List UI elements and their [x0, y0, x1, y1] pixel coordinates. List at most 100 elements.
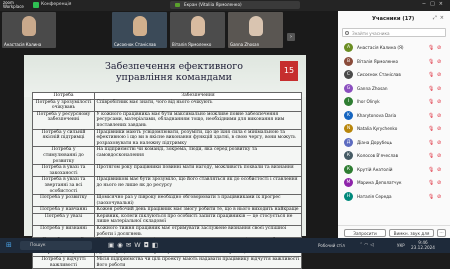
camera-off-icon[interactable]: ⊘ — [437, 153, 441, 159]
maximize-icon[interactable]: □ — [430, 1, 439, 7]
camera-off-icon[interactable]: ⊘ — [437, 45, 441, 51]
clock[interactable]: 9:46 23.12.2024 — [411, 240, 435, 250]
video-tile[interactable]: Анастасія Калина — [2, 12, 56, 48]
zoom-icon[interactable]: ◘ — [144, 241, 152, 249]
participant-row[interactable]: К Колосов В'ячеслав 🎙 ⊘ — [338, 149, 450, 163]
avatar: К — [344, 164, 353, 174]
taskbar-search[interactable]: Пошук — [20, 241, 92, 250]
avatar: М — [344, 178, 353, 187]
camera-off-icon[interactable]: ⊘ — [437, 180, 441, 186]
participant-row[interactable]: Н Наталія Середа 🎙 ⊘ — [338, 190, 450, 204]
pinned-apps: ▣◉✉W◘◧ — [108, 241, 161, 249]
language-indicator[interactable]: УКР — [397, 243, 405, 248]
next-page-arrow-icon[interactable]: › — [287, 33, 295, 41]
clock-date: 23.12.2024 — [411, 245, 435, 250]
mute-all-button[interactable]: Вимкн. звук для всіх — [389, 229, 434, 244]
participant-row[interactable]: G Ganna Zhosan 🎙 ⊘ — [338, 82, 450, 96]
muted-mic-icon[interactable]: 🎙 — [428, 59, 434, 65]
desktop-label[interactable]: Робочий стіл — [318, 243, 345, 248]
participant-row[interactable]: М Марина Деполатчук 🎙 ⊘ — [338, 176, 450, 190]
participant-row[interactable]: С Сисоєнок Станіслав 🎙 ⊘ — [338, 68, 450, 82]
provision-cell: Щомісячно раз у півроку необхідно обгово… — [94, 194, 302, 208]
participant-row[interactable]: N Natalia Kyrychenko 🎙 ⊘ — [338, 122, 450, 136]
muted-mic-icon[interactable]: 🎙 — [428, 72, 434, 78]
muted-mic-icon[interactable]: 🎙 — [428, 45, 434, 51]
camera-off-icon[interactable]: ⊘ — [437, 86, 441, 92]
participant-video — [248, 16, 263, 36]
windows-taskbar: ⊞ Пошук ▣◉✉W◘◧ Робочий стіл ˄◠◁ УКР 9:46… — [0, 238, 450, 253]
muted-mic-icon[interactable]: 🎙 — [428, 194, 434, 200]
browser-icon[interactable]: ◉ — [117, 241, 126, 249]
need-cell: Потреба у визнанні — [32, 225, 95, 239]
participant-row[interactable]: А Анастасія Калина (Я) 🎙 ⊘ — [338, 41, 450, 55]
explorer-icon[interactable]: ▣ — [108, 241, 117, 249]
minimize-icon[interactable]: − — [422, 1, 430, 7]
avatar: G — [344, 83, 353, 93]
close-panel-icon[interactable]: × — [440, 15, 447, 21]
camera-off-icon[interactable]: ⊘ — [437, 113, 441, 119]
need-cell: Потреба у розвитку — [32, 194, 95, 208]
word-icon[interactable]: W — [134, 241, 143, 249]
participant-video — [190, 16, 205, 36]
muted-mic-icon[interactable]: 🎙 — [428, 140, 434, 146]
participant-row[interactable]: В Віталія Ярмоленко 🎙 ⊘ — [338, 55, 450, 69]
camera-off-icon[interactable]: ⊘ — [437, 72, 441, 78]
participants-panel: Учасники (17) ⤢× Знайти учасника А Анаста… — [338, 11, 450, 244]
provision-cell: Керівник, колеги піклуються про особисті… — [94, 212, 302, 227]
shield-icon[interactable] — [33, 2, 39, 8]
mail-icon[interactable]: ✉ — [126, 241, 134, 249]
participant-row[interactable]: K Kharytonova Daria 🎙 ⊘ — [338, 109, 450, 123]
participant-row[interactable]: I Ihor Olinyk 🎙 ⊘ — [338, 95, 450, 109]
participant-name: Наталія Середа — [357, 193, 392, 199]
camera-off-icon[interactable]: ⊘ — [437, 59, 441, 65]
muted-mic-icon[interactable]: 🎙 — [428, 153, 434, 159]
participant-name: Kharytonova Daria — [357, 112, 397, 118]
provision-cell: Кожного тижня працівник має отримувати з… — [94, 225, 302, 239]
participant-search-input[interactable]: Знайти учасника — [342, 28, 446, 37]
camera-off-icon[interactable]: ⊘ — [437, 126, 441, 132]
video-tile[interactable]: Сисоєнок Станіслав — [112, 12, 167, 48]
store-icon[interactable]: ◧ — [152, 241, 161, 249]
camera-off-icon[interactable]: ⊘ — [437, 99, 441, 105]
window-title: Конференція — [41, 2, 72, 7]
slide-number: 15 — [280, 61, 298, 81]
close-icon[interactable]: × — [439, 1, 447, 7]
muted-mic-icon[interactable]: 🎙 — [428, 86, 434, 92]
table-row: Потреба у навчанні Кожен робочий день пра… — [32, 206, 302, 214]
muted-mic-icon[interactable]: 🎙 — [428, 126, 434, 132]
more-button[interactable]: ... — [437, 229, 446, 237]
avatar: I — [344, 97, 353, 106]
video-tile[interactable]: Ganna Zhosan — [228, 12, 283, 48]
speaker-icon[interactable]: ◁ — [370, 243, 375, 248]
muted-mic-icon[interactable]: 🎙 — [428, 167, 434, 173]
participant-name: Ganna Zhosan — [230, 42, 260, 47]
muted-mic-icon[interactable]: 🎙 — [428, 180, 434, 186]
popout-icon[interactable]: ⤢ — [433, 15, 440, 21]
invite-button[interactable]: Запросити — [344, 229, 386, 237]
table-row: Потреба у увазі Керівник, колеги піклують… — [32, 212, 302, 227]
participant-name: Сисоєнок Станіслав — [114, 42, 156, 47]
participant-row[interactable]: К Крутій Анатолій 🎙 ⊘ — [338, 163, 450, 177]
avatar: Д — [344, 137, 353, 147]
table-row: Потреба у розвитку Щомісячно раз у піврок… — [32, 194, 302, 208]
screen-share-indicator[interactable]: Екран (Vitaliia Ярмоленко) — [170, 1, 300, 9]
camera-off-icon[interactable]: ⊘ — [437, 167, 441, 173]
search-placeholder: Знайти учасника — [352, 31, 390, 36]
provision-cell: Співробітник має знати, чого від нього о… — [94, 98, 302, 112]
participant-row[interactable]: Д Діана Дорубець 🎙 ⊘ — [338, 136, 450, 150]
windows-start-icon[interactable]: ⊞ — [6, 241, 12, 249]
provision-cell: Місія підприємства чи цілі проекту мають… — [94, 256, 302, 269]
muted-mic-icon[interactable]: 🎙 — [428, 99, 434, 105]
zoom-window: zoom Workplace Конференція Екран (Vitali… — [0, 0, 450, 269]
participant-name: Ihor Olinyk — [357, 99, 380, 104]
camera-off-icon[interactable]: ⊘ — [437, 140, 441, 146]
need-cell: Потреба у стимулюванні до розвитку — [32, 146, 95, 166]
provision-cell: У кожного працівника має бути максимальн… — [94, 110, 302, 130]
video-tile[interactable]: Віталія Ярмоленко — [170, 12, 225, 48]
slide-title: Забезпечення ефективного управління кома… — [105, 61, 243, 83]
camera-off-icon[interactable]: ⊘ — [437, 194, 441, 200]
table-row: Потреба в увазі та звертанні за всі особ… — [32, 176, 302, 196]
panel-title: Учасники (17) — [372, 16, 415, 22]
muted-mic-icon[interactable]: 🎙 — [428, 113, 434, 119]
participant-name: Віталія Ярмоленко — [172, 42, 212, 47]
